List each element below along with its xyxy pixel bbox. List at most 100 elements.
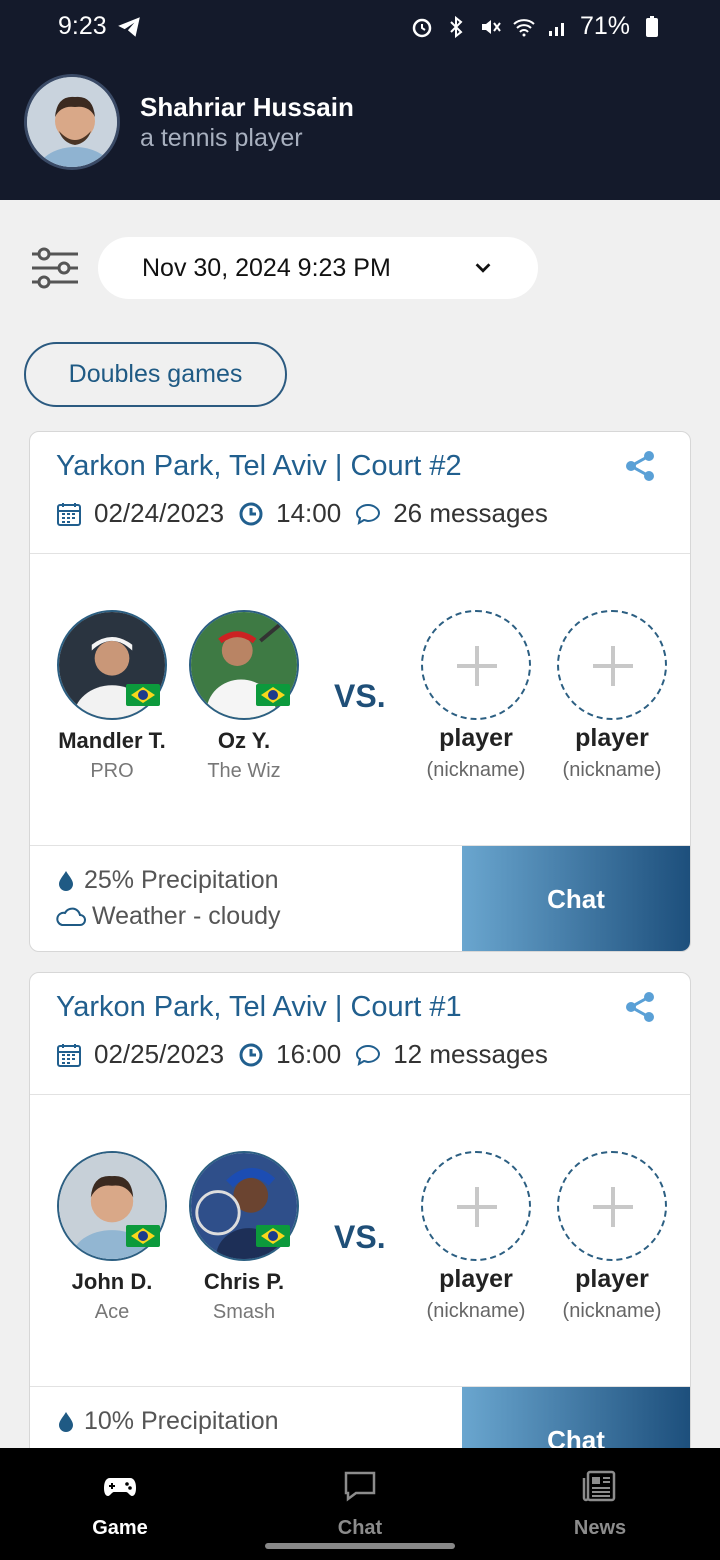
wifi-icon [513,18,535,36]
open-player-slot[interactable]: player (nickname) [542,610,682,782]
nav-item-news[interactable]: News [530,1468,670,1540]
game-card-footer: 25% Precipitation Weather - cloudy Chat [30,846,690,951]
game-time: 16:00 [276,1039,342,1069]
clock-icon [239,1043,263,1066]
alarm-icon [412,18,432,37]
precipitation-info: 10% Precipitation [54,1407,279,1436]
game-date: 02/24/2023 [94,498,225,528]
add-player-icon[interactable] [557,610,667,720]
player-name: Chris P. [203,1269,285,1294]
precipitation-text: 25% Precipitation [84,866,279,894]
nav-label-news: News [573,1517,627,1539]
brazil-flag-icon [126,1225,160,1247]
mute-icon [481,19,501,34]
vs-label: VS. [334,1219,386,1255]
court-title: Yarkon Park, Tel Aviv | Court #1 [56,991,462,1023]
clock-icon [239,502,263,525]
slot-nickname: (nickname) [426,759,526,781]
player-nickname: The Wiz [207,760,281,782]
message-count: 12 messages [393,1039,548,1069]
nav-label-chat: Chat [337,1517,383,1539]
share-icon[interactable] [622,448,658,484]
calendar-icon [57,1043,81,1067]
slot-name: player [439,1265,513,1293]
slot-nickname: (nickname) [426,1300,526,1322]
nav-label-game: Game [92,1517,148,1539]
battery-percent: 71% [579,12,630,40]
avatar-image [27,77,117,167]
filter-sliders-icon[interactable] [30,246,80,290]
player-name: Oz Y. [217,728,271,753]
players-section: Mandler T. PRO Oz Y. The Wiz VS. player … [30,554,690,846]
player-nickname: Smash [212,1301,276,1323]
calendar-icon [57,502,81,526]
battery-icon [646,15,658,37]
cloud-icon [56,907,86,926]
open-player-slot[interactable]: player (nickname) [406,1151,546,1323]
slot-nickname: (nickname) [562,759,662,781]
precipitation-info: 25% Precipitation [54,866,279,895]
doubles-games-button[interactable]: Doubles games [24,342,287,407]
chat-button-label: Chat [547,883,605,914]
signal-icon [548,22,564,36]
message-icon [356,1044,381,1066]
gamepad-icon [104,1478,136,1496]
date-time-selector[interactable]: Nov 30, 2024 9:23 PM [98,237,538,299]
brazil-flag-icon [256,684,290,706]
game-card[interactable]: Yarkon Park, Tel Aviv | Court #2 02/24/2… [29,431,691,952]
slot-name: player [439,724,513,752]
status-icons: 71% [410,12,664,41]
chat-button[interactable]: Chat [462,846,690,951]
bluetooth-icon [450,15,463,38]
precipitation-text: 10% Precipitation [84,1407,279,1435]
add-player-icon[interactable] [421,610,531,720]
status-time: 9:23 [58,12,107,40]
drop-icon [59,870,73,891]
weather-info: Weather - cloudy [54,902,281,931]
news-icon [582,1470,616,1502]
brazil-flag-icon [256,1225,290,1247]
player-nickname: Ace [94,1301,130,1323]
chevron-down-icon [475,263,491,273]
game-date: 02/25/2023 [94,1039,225,1069]
weather-text: Weather - cloudy [92,902,281,930]
user-subtitle: a tennis player [140,124,303,152]
player-slot[interactable]: Oz Y. The Wiz [174,610,314,783]
message-count: 26 messages [393,498,548,528]
players-section: John D. Ace Chris P. Smash VS. player (n… [30,1095,690,1387]
date-time-value: Nov 30, 2024 9:23 PM [142,253,391,282]
player-nickname: PRO [90,760,134,782]
court-title: Yarkon Park, Tel Aviv | Court #2 [56,450,462,482]
game-meta: 02/25/2023 16:00 12 messages [56,1039,562,1070]
share-icon[interactable] [622,989,658,1025]
player-name: Mandler T. [58,728,166,753]
nav-item-game[interactable]: Game [50,1468,190,1540]
message-icon [356,503,381,525]
player-slot[interactable]: Mandler T. PRO [42,610,182,783]
brazil-flag-icon [126,684,160,706]
slot-name: player [575,724,649,752]
chat-icon [344,1471,376,1502]
game-time: 14:00 [276,498,342,528]
player-slot[interactable]: Chris P. Smash [174,1151,314,1324]
gesture-handle[interactable] [265,1543,455,1549]
nav-item-chat[interactable]: Chat [290,1468,430,1540]
game-card-header: Yarkon Park, Tel Aviv | Court #2 02/24/2… [30,432,690,554]
game-card[interactable]: Yarkon Park, Tel Aviv | Court #1 02/25/2… [29,972,691,1493]
game-meta: 02/24/2023 14:00 26 messages [56,498,562,529]
status-bar: 9:23 71% [0,0,720,56]
add-player-icon[interactable] [557,1151,667,1261]
player-name: John D. [71,1269,153,1294]
telegram-icon [118,17,140,37]
open-player-slot[interactable]: player (nickname) [542,1151,682,1323]
game-card-header: Yarkon Park, Tel Aviv | Court #1 02/25/2… [30,973,690,1095]
doubles-games-label: Doubles games [68,360,243,388]
user-avatar[interactable] [24,74,120,170]
open-player-slot[interactable]: player (nickname) [406,610,546,782]
app-header: 9:23 71% Shahriar Hussain a tennis playe… [0,0,720,200]
slot-name: player [575,1265,649,1293]
drop-icon [59,1411,73,1432]
add-player-icon[interactable] [421,1151,531,1261]
vs-label: VS. [334,678,386,714]
player-slot[interactable]: John D. Ace [42,1151,182,1324]
